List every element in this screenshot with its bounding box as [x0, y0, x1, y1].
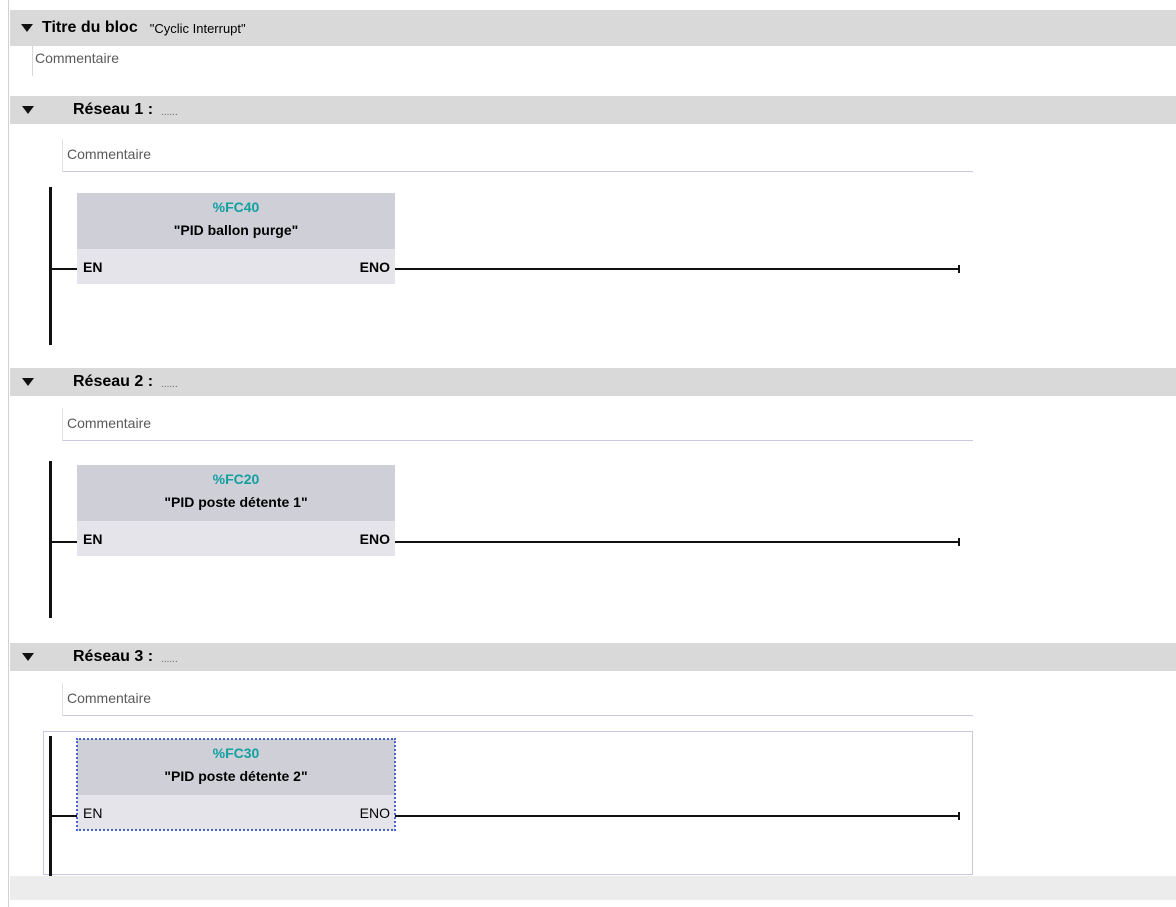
network-3-power-rail	[49, 736, 52, 886]
network-3-en-wire	[52, 815, 77, 817]
network-3-header[interactable]: Réseau 3 : ......	[10, 643, 1176, 671]
function-block-header: %FC20 "PID poste détente 1"	[77, 465, 395, 521]
block-name: "Cyclic Interrupt"	[149, 20, 246, 36]
eno-pin[interactable]: ENO	[360, 805, 390, 821]
network-1-title-placeholder[interactable]: ......	[161, 107, 178, 118]
network-1-function-block[interactable]: %FC40 "PID ballon purge" EN ENO	[77, 193, 395, 284]
network-3-title-placeholder[interactable]: ......	[161, 654, 178, 665]
block-comment[interactable]: Commentaire	[35, 50, 119, 66]
network-1-power-rail	[49, 187, 52, 345]
network-1-comment[interactable]: Commentaire	[62, 139, 973, 172]
collapse-triangle-icon[interactable]	[22, 378, 34, 386]
network-2-title-placeholder[interactable]: ......	[161, 379, 178, 390]
editor-left-border	[8, 0, 9, 907]
block-comment-divider	[32, 46, 33, 76]
network-2-title: Réseau 2 :	[73, 373, 154, 390]
function-block-name: "PID poste détente 2"	[164, 768, 308, 784]
network-3-wire-end	[958, 812, 960, 820]
network-3-title: Réseau 3 :	[73, 648, 154, 665]
network-2-comment[interactable]: Commentaire	[62, 408, 973, 441]
en-pin[interactable]: EN	[83, 805, 102, 821]
network-3-function-block[interactable]: %FC30 "PID poste détente 2" EN ENO	[76, 738, 396, 831]
function-block-name: "PID poste détente 1"	[164, 494, 308, 510]
network-2-power-rail	[49, 461, 52, 618]
block-title-bar[interactable]: Titre du bloc "Cyclic Interrupt"	[10, 10, 1176, 46]
network-3-comment[interactable]: Commentaire	[62, 683, 973, 716]
function-block-id: %FC40	[212, 199, 260, 215]
next-network-bar	[10, 876, 1176, 900]
network-2-function-block[interactable]: %FC20 "PID poste détente 1" EN ENO	[77, 465, 395, 556]
collapse-triangle-icon[interactable]	[22, 106, 34, 114]
network-2-wire-end	[958, 538, 960, 546]
collapse-triangle-icon[interactable]	[22, 653, 34, 661]
network-1-header[interactable]: Réseau 1 : ......	[10, 96, 1176, 124]
block-title-label: Titre du bloc	[42, 19, 138, 36]
network-3-eno-wire	[395, 815, 960, 817]
eno-pin[interactable]: ENO	[360, 259, 390, 275]
network-1-wire-end	[958, 265, 960, 273]
network-1-title: Réseau 1 :	[73, 101, 154, 118]
network-1-eno-wire	[395, 268, 960, 270]
en-pin[interactable]: EN	[83, 259, 102, 275]
network-1-en-wire	[52, 268, 77, 270]
eno-pin[interactable]: ENO	[360, 531, 390, 547]
network-2-header[interactable]: Réseau 2 : ......	[10, 368, 1176, 396]
function-block-header: %FC30 "PID poste détente 2"	[77, 739, 395, 795]
function-block-id: %FC30	[212, 745, 260, 761]
function-block-header: %FC40 "PID ballon purge"	[77, 193, 395, 249]
function-block-id: %FC20	[212, 471, 260, 487]
network-2-en-wire	[52, 541, 77, 543]
network-2-eno-wire	[395, 541, 960, 543]
en-pin[interactable]: EN	[83, 531, 102, 547]
function-block-name: "PID ballon purge"	[173, 222, 299, 238]
collapse-triangle-icon[interactable]	[21, 24, 33, 32]
